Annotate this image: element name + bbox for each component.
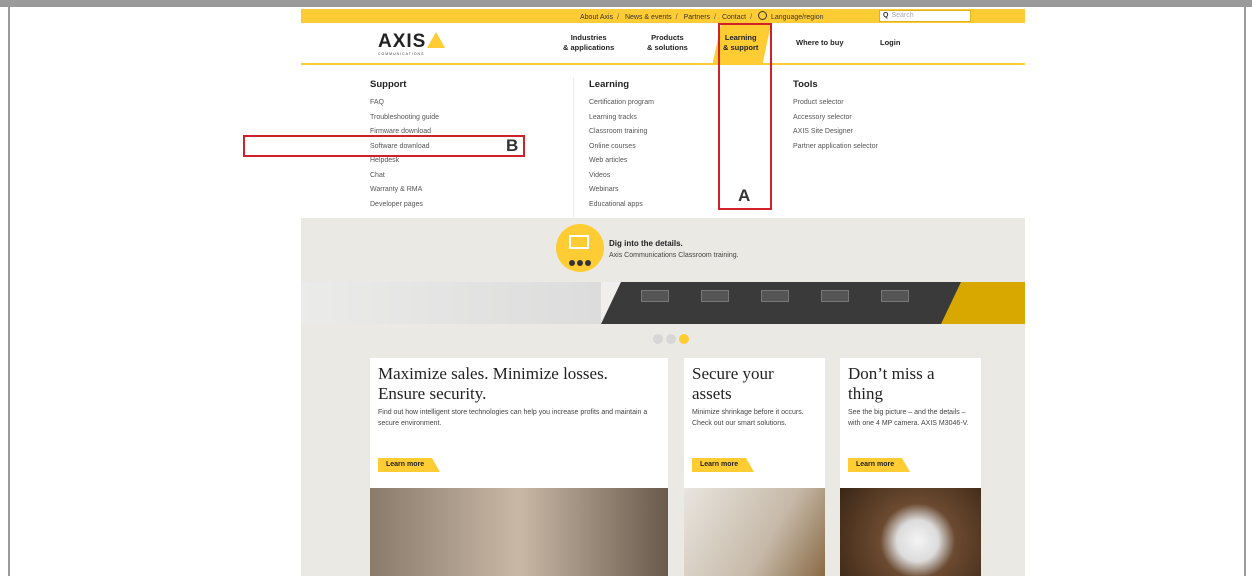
server-rack-icon (701, 290, 729, 302)
faq-link[interactable]: FAQ (370, 96, 439, 111)
search-input[interactable]: Q Search (879, 10, 971, 22)
certification-link[interactable]: Certification program (589, 96, 654, 111)
card-body: Find out how intelligent store technolog… (378, 409, 648, 427)
product-selector-link[interactable]: Product selector (793, 96, 878, 111)
screenshot-frame-right (1244, 7, 1246, 576)
attendee-icon (585, 260, 591, 266)
carousel-dot-active[interactable] (679, 334, 689, 344)
card-camera: Don’t miss a thing See the big picture –… (840, 358, 981, 576)
server-rack-icon (641, 290, 669, 302)
learning-column: Learning Certification program Learning … (589, 79, 654, 212)
dome-camera-photo (840, 488, 981, 576)
site-designer-link[interactable]: AXIS Site Designer (793, 125, 878, 140)
accessory-selector-link[interactable]: Accessory selector (793, 111, 878, 126)
nav-login[interactable]: Login (880, 38, 900, 48)
annotation-label-b: B (506, 136, 519, 155)
card-title: Maximize sales. Minimize losses. Ensure … (378, 364, 608, 403)
server-rack-icon (821, 290, 849, 302)
webinars-link[interactable]: Webinars (589, 183, 654, 198)
card-title: Don’t miss a thing (848, 364, 935, 403)
nav-industries[interactable]: Industries & applications (563, 33, 614, 53)
card-body: Minimize shrinkage before it occurs. Che… (692, 409, 804, 427)
retail-photo (370, 488, 668, 576)
card-retail: Maximize sales. Minimize losses. Ensure … (370, 358, 668, 576)
chat-link[interactable]: Chat (370, 169, 439, 184)
tools-column: Tools Product selector Accessory selecto… (793, 79, 878, 154)
videos-link[interactable]: Videos (589, 169, 654, 184)
promo-banner[interactable]: Dig into the details. Axis Communication… (301, 218, 1025, 282)
web-articles-link[interactable]: Web articles (589, 154, 654, 169)
logo-triangle-icon (427, 32, 445, 48)
attendee-icon (577, 260, 583, 266)
card-title: Secure your assets (692, 364, 774, 403)
utility-links: About Axis / News & events / Partners / Con… (578, 11, 826, 21)
nav-products[interactable]: Products & solutions (647, 33, 688, 53)
warranty-rma-link[interactable]: Warranty & RMA (370, 183, 439, 198)
card-secure-assets: Secure your assets Minimize shrinkage be… (684, 358, 825, 576)
carousel-dots (653, 331, 692, 349)
server-rack-icon (761, 290, 789, 302)
axis-logo[interactable]: AXIS (378, 31, 426, 53)
learn-more-button[interactable]: Learn more (378, 458, 441, 472)
tools-heading: Tools (793, 79, 818, 90)
educational-apps-link[interactable]: Educational apps (589, 198, 654, 213)
promo-title: Dig into the details. (609, 239, 683, 248)
handbag-photo (684, 488, 825, 576)
troubleshooting-link[interactable]: Troubleshooting guide (370, 111, 439, 126)
attendee-icon (569, 260, 575, 266)
card-body: See the big picture – and the details – … (848, 409, 969, 427)
presentation-screen-icon (569, 235, 589, 249)
nav-where-to-buy[interactable]: Where to buy (796, 38, 844, 48)
globe-icon (757, 11, 767, 20)
carousel-dot[interactable] (666, 334, 676, 344)
main-header: AXIS COMMUNICATIONS Industries & applica… (301, 23, 1025, 65)
about-axis-link[interactable]: About Axis (580, 14, 613, 21)
annotation-label-a: A (738, 186, 751, 205)
search-icon: Q (883, 12, 889, 19)
annotation-box-b (243, 135, 525, 157)
partners-link[interactable]: Partners (684, 14, 710, 21)
screenshot-frame-left (8, 7, 10, 576)
learning-heading: Learning (589, 79, 630, 90)
utility-bar: About Axis / News & events / Partners / Con… (301, 9, 1025, 23)
learn-more-button[interactable]: Learn more (848, 458, 911, 472)
learning-tracks-link[interactable]: Learning tracks (589, 111, 654, 126)
language-region-link[interactable]: Language/region (771, 14, 824, 21)
annotation-box-a (718, 23, 772, 210)
axis-website: About Axis / News & events / Partners / Con… (301, 9, 1025, 576)
hero-image-left (301, 282, 601, 324)
hero-carousel-image (301, 282, 1025, 324)
partner-app-selector-link[interactable]: Partner application selector (793, 140, 878, 155)
news-events-link[interactable]: News & events (625, 14, 672, 21)
contact-link[interactable]: Contact (722, 14, 746, 21)
column-divider (573, 77, 574, 217)
logo-tagline: COMMUNICATIONS (378, 52, 425, 56)
server-rack-icon (881, 290, 909, 302)
online-courses-link[interactable]: Online courses (589, 140, 654, 155)
promo-subtitle: Axis Communications Classroom training. (609, 252, 739, 259)
screenshot-frame-top (0, 0, 1252, 7)
support-heading: Support (370, 79, 407, 90)
learn-more-button[interactable]: Learn more (692, 458, 755, 472)
search-placeholder: Search (891, 12, 914, 19)
carousel-dot[interactable] (653, 334, 663, 344)
developer-pages-link[interactable]: Developer pages (370, 198, 439, 213)
classroom-training-link[interactable]: Classroom training (589, 125, 654, 140)
